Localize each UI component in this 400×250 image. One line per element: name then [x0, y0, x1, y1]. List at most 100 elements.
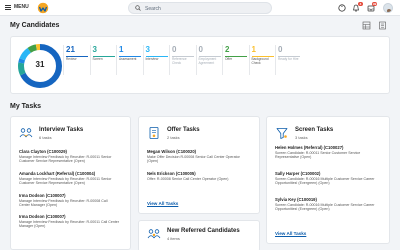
- task-description: Manage Interview Feedback by Recruiter: …: [19, 199, 108, 208]
- hamburger-icon: [5, 4, 11, 10]
- user-avatar[interactable]: [383, 3, 393, 13]
- referred-candidates-title: New Referred Candidates: [167, 228, 240, 234]
- stage-color-bar: [278, 56, 300, 57]
- stage-count: 3: [92, 45, 97, 54]
- stage-color-bar: [119, 56, 141, 57]
- search-icon: [135, 5, 141, 11]
- stage-count: 0: [278, 45, 283, 54]
- user-avatar-icon: [387, 9, 391, 12]
- task-candidate-name: Irma Dodson (C100007): [19, 214, 66, 219]
- screen-tasks-title: Screen Tasks: [295, 127, 334, 133]
- stage-label: Ready for Hire: [278, 57, 299, 61]
- search-placeholder: Search: [145, 6, 161, 12]
- top-bar: MENU Search 3 99: [0, 0, 400, 16]
- candidate-stage-stat[interactable]: 1 Assessment: [116, 45, 142, 75]
- candidate-stage-stat[interactable]: 0 Reference Check: [169, 45, 195, 75]
- stage-color-bar: [172, 56, 194, 57]
- referred-people-icon: [147, 229, 161, 239]
- offer-document-icon: [149, 127, 159, 139]
- my-tasks-title: My Tasks: [10, 103, 41, 110]
- list-item[interactable]: Nels Erickson (C100005) Offer: R-00008 S…: [147, 171, 247, 181]
- task-candidate-name: Clara Clayton (C100029): [19, 149, 67, 154]
- candidate-stage-stat[interactable]: 2 Offer: [222, 45, 248, 75]
- task-description: Screen Candidate: R-00016 Multiple Custo…: [275, 177, 375, 186]
- stage-count: 1: [251, 45, 256, 54]
- stage-label: Assessment: [119, 57, 137, 61]
- stage-label: Screen: [92, 57, 103, 61]
- task-description: Manage Interview Feedback by Recruiter: …: [19, 155, 112, 164]
- screen-view-all-link[interactable]: View All Tasks: [275, 231, 306, 236]
- stage-count: 1: [119, 45, 124, 54]
- list-item[interactable]: Irma Dodson (C100007) Manage Interview F…: [19, 193, 119, 208]
- stage-count: 3: [145, 45, 150, 54]
- view-options-icon[interactable]: [362, 21, 371, 30]
- task-candidate-name: Megan Wilson (C100020): [147, 149, 197, 154]
- chat-icon[interactable]: [338, 4, 346, 12]
- stage-color-bar: [66, 56, 88, 57]
- list-item[interactable]: Irma Dodson (C100007) Manage Interview F…: [19, 214, 119, 229]
- task-description: Make Offer Decision R-00008 Senior Call …: [147, 155, 240, 164]
- candidate-stage-stat[interactable]: 0 Ready for Hire: [275, 45, 301, 75]
- offer-tasks-count: 2 tasks: [167, 135, 180, 140]
- task-description: Manage Interview Feedback by Recruiter: …: [19, 177, 112, 186]
- candidates-total: 31: [35, 60, 45, 69]
- task-candidate-name: Amanda Lockhart (Referral) (C100004): [19, 171, 96, 176]
- stage-label: Reference Check: [172, 57, 187, 65]
- candidate-stage-stat[interactable]: 1 Background Check: [248, 45, 275, 75]
- menu-button[interactable]: MENU: [5, 4, 29, 10]
- stage-count: 0: [172, 45, 177, 54]
- stage-label: Review: [66, 57, 77, 61]
- list-item[interactable]: Helen Holmes (Referral) (C100027) Screen…: [275, 145, 375, 160]
- task-candidate-name: Sylvia Key (C100019): [275, 197, 317, 202]
- candidate-stage-stat[interactable]: 3 Interview: [142, 45, 169, 75]
- screen-filter-icon: [276, 128, 288, 139]
- task-candidate-name: Sally Harper (C100002): [275, 171, 321, 176]
- interview-tasks-card[interactable]: Interview Tasks 6 tasks Clara Clayton (C…: [10, 116, 131, 250]
- candidate-stage-stat[interactable]: 3 Screen: [89, 45, 116, 75]
- inbox-badge: 99: [372, 2, 378, 6]
- stage-color-bar: [251, 56, 274, 57]
- candidates-card: 31 21 Review 3 Screen 1 Assessment 3 Interview 0…: [10, 36, 390, 94]
- stage-label: Employment Agreement: [198, 57, 217, 65]
- list-item[interactable]: Amanda Lockhart (Referral) (C100004) Man…: [19, 171, 119, 186]
- task-description: Offer: R-00008 Senior Call Center Operat…: [147, 177, 229, 181]
- offer-tasks-title: Offer Tasks: [167, 127, 200, 133]
- stage-color-bar: [145, 56, 168, 57]
- list-item[interactable]: Sally Harper (C100002) Screen Candidate:…: [275, 171, 375, 186]
- list-item[interactable]: Clara Clayton (C100029) Manage Interview…: [19, 149, 119, 164]
- stage-label: Interview: [145, 57, 159, 61]
- stage-count: 2: [225, 45, 230, 54]
- task-candidate-name: Irma Dodson (C100007): [19, 193, 66, 198]
- export-to-excel-icon[interactable]: [378, 21, 387, 30]
- stage-color-bar: [225, 56, 247, 57]
- stage-count: 0: [198, 45, 203, 54]
- stage-count: 21: [66, 45, 75, 54]
- my-candidates-title: My Candidates: [10, 22, 60, 29]
- referred-candidates-card[interactable]: New Referred Candidates 4 items: [138, 220, 260, 250]
- notification-badge: 3: [358, 2, 363, 6]
- stage-color-bar: [198, 56, 221, 57]
- screen-tasks-count: 3 tasks: [295, 135, 308, 140]
- list-item[interactable]: Megan Wilson (C100020) Make Offer Decisi…: [147, 149, 247, 164]
- screen-tasks-card[interactable]: Screen Tasks 3 tasks Helen Holmes (Refer…: [266, 116, 390, 244]
- stage-color-bar: [92, 56, 115, 57]
- referred-candidates-count: 4 items: [167, 236, 180, 241]
- offer-tasks-card[interactable]: Offer Tasks 2 tasks Megan Wilson (C10002…: [138, 116, 260, 214]
- stage-label: Background Check: [251, 57, 269, 65]
- menu-label: MENU: [14, 4, 29, 10]
- task-description: Screen Candidate: R-00011 Senior Custome…: [275, 151, 361, 160]
- stage-label: Offer: [225, 57, 233, 61]
- task-candidate-name: Nels Erickson (C100005): [147, 171, 196, 176]
- candidate-stage-stat[interactable]: 21 Review: [63, 45, 89, 75]
- candidate-stage-stat[interactable]: 0 Employment Agreement: [195, 45, 222, 75]
- search-input[interactable]: Search: [128, 2, 272, 14]
- interview-tasks-title: Interview Tasks: [39, 127, 84, 133]
- people-group-icon: [19, 128, 33, 138]
- task-candidate-name: Helen Holmes (Referral) (C100027): [275, 145, 344, 150]
- task-description: Screen Candidate: R-00016 Multiple Custo…: [275, 203, 375, 212]
- workday-logo-icon[interactable]: [37, 2, 49, 14]
- list-item[interactable]: Sylvia Key (C100019) Screen Candidate: R…: [275, 197, 375, 212]
- task-description: Manage Interview Feedback by Recruiter: …: [19, 220, 120, 229]
- offer-view-all-link[interactable]: View All Tasks: [147, 201, 178, 206]
- interview-tasks-count: 6 tasks: [39, 135, 52, 140]
